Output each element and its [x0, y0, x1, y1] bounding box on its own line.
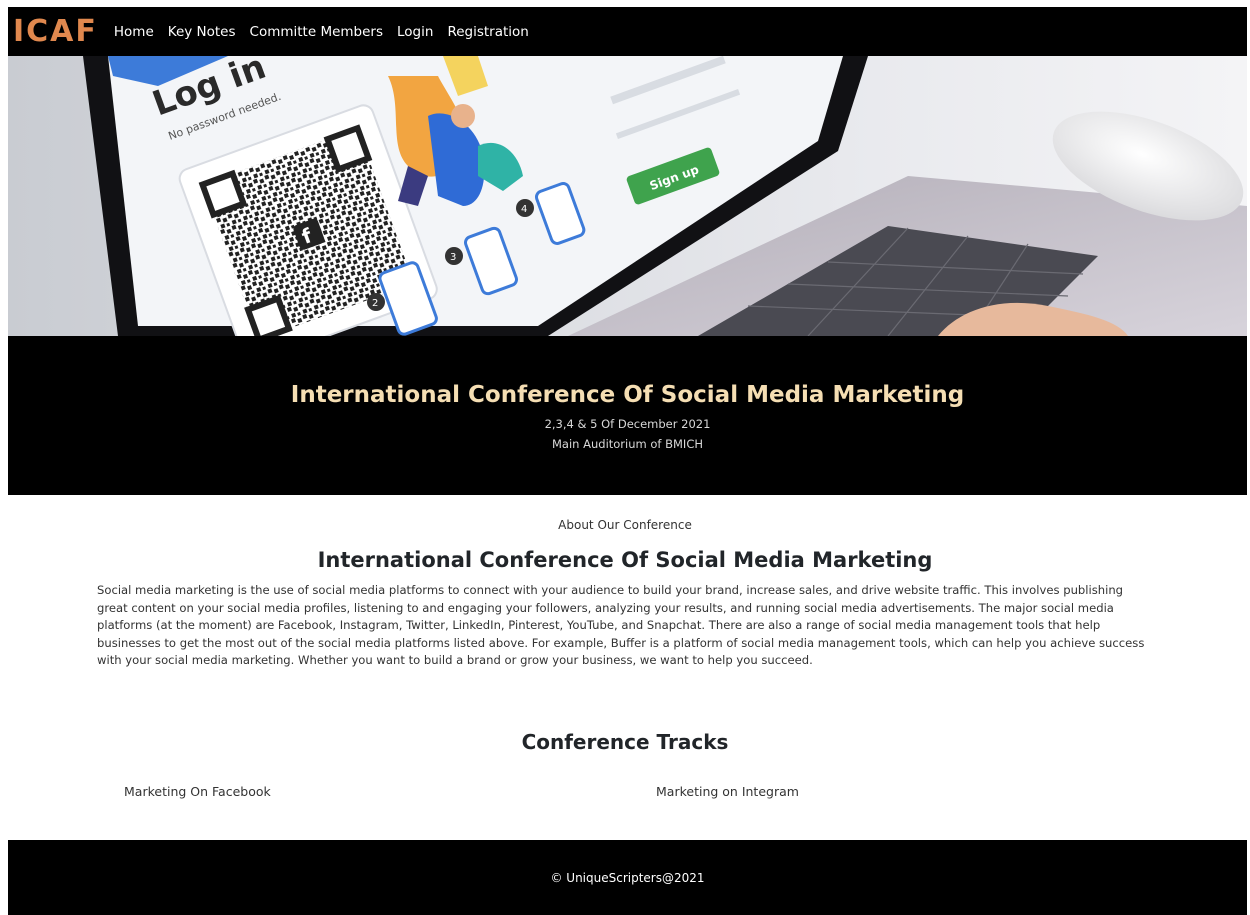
- svg-text:4: 4: [521, 204, 527, 215]
- nav-registration[interactable]: Registration: [447, 24, 528, 40]
- nav-committee-members[interactable]: Committe Members: [250, 24, 383, 40]
- tracks-title: Conference Tracks: [521, 730, 729, 754]
- banner-venue: Main Auditorium of BMICH: [552, 437, 703, 451]
- svg-text:2: 2: [372, 298, 378, 309]
- top-navbar: ICAF Home Key Notes Committe Members Log…: [8, 7, 1247, 56]
- banner-title: International Conference Of Social Media…: [290, 382, 965, 408]
- banner-date: 2,3,4 & 5 Of December 2021: [544, 417, 711, 431]
- track-item-facebook: Marketing On Facebook: [124, 784, 271, 799]
- about-title: International Conference Of Social Media…: [317, 548, 933, 572]
- hero-image: Log in No password needed. f 2 3 4 Sign …: [8, 56, 1247, 336]
- nav-links: Home Key Notes Committe Members Login Re…: [114, 24, 529, 40]
- conference-banner: International Conference Of Social Media…: [8, 336, 1247, 495]
- about-label: About Our Conference: [558, 518, 692, 532]
- nav-key-notes[interactable]: Key Notes: [168, 24, 236, 40]
- nav-home[interactable]: Home: [114, 24, 154, 40]
- page: ICAF Home Key Notes Committe Members Log…: [0, 0, 1250, 915]
- icaf-logo[interactable]: ICAF: [13, 16, 98, 47]
- about-description: Social media marketing is the use of soc…: [97, 583, 1145, 667]
- nav-login[interactable]: Login: [397, 24, 433, 40]
- track-item-instagram: Marketing on Integram: [656, 784, 799, 799]
- footer-copyright: © UniqueScripters@2021: [550, 870, 705, 885]
- svg-text:3: 3: [450, 252, 456, 263]
- laptop-photo: Log in No password needed. f 2 3 4 Sign …: [8, 56, 1247, 336]
- footer: © UniqueScripters@2021: [8, 840, 1247, 915]
